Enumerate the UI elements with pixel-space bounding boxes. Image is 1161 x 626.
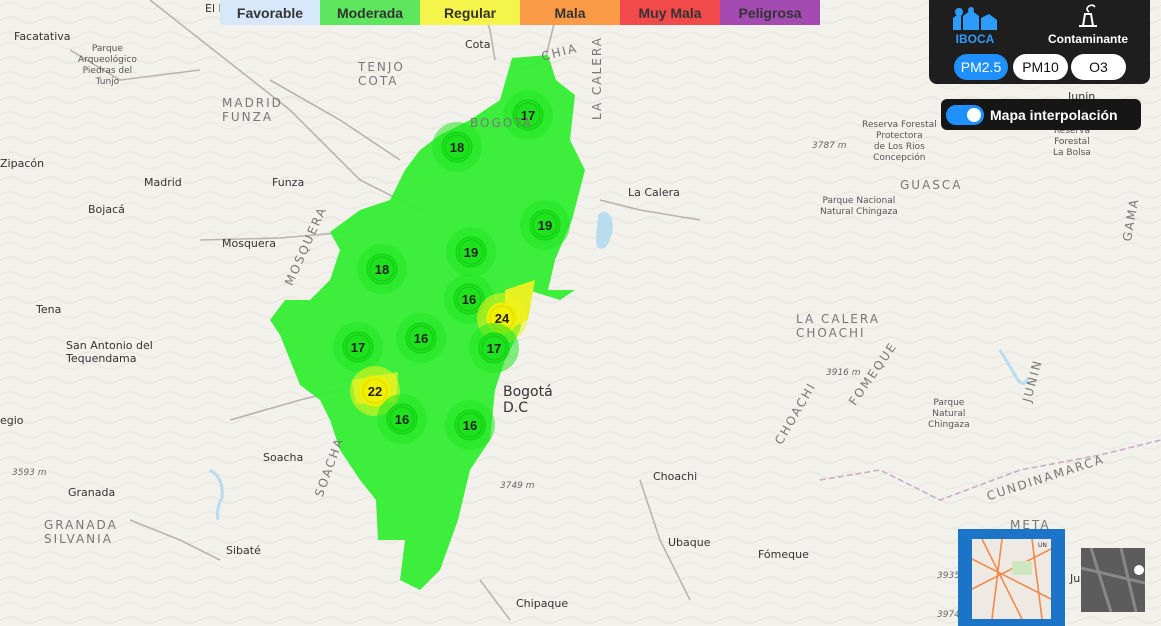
minimap-label: UN: [1038, 542, 1047, 549]
map-label-facatativa: Facatativa: [14, 30, 71, 43]
station-value: 17: [351, 340, 365, 355]
map-label-bogota: Bogotá D.C: [503, 384, 553, 416]
station-marker[interactable]: 18: [357, 244, 407, 294]
map-label-bojaca: Bojacá: [88, 203, 125, 216]
map-label-reserva-bolsa: Reserva Forestal La Bolsa: [1053, 126, 1091, 158]
satellite-basemap-thumbnail[interactable]: [1081, 548, 1145, 612]
map-label-ubaque: Ubaque: [668, 536, 711, 549]
map-label-egio: egio: [0, 414, 24, 427]
map-label-cota: Cota: [465, 38, 491, 51]
iboca-logo-icon: [953, 7, 997, 30]
station-value: 18: [450, 140, 464, 155]
aqi-legend: Favorable Moderada Regular Mala Muy Mala Peli…: [220, 0, 820, 25]
station-value: 16: [395, 412, 409, 427]
station-marker[interactable]: 16: [445, 400, 495, 450]
map-label-la-calera: La Calera: [628, 186, 680, 199]
map-label-reserva-rios: Reserva Forestal Protectora de Los Rios …: [862, 120, 937, 163]
map-label-madrid-funza: MADRID FUNZA: [222, 96, 283, 124]
map-label-chipaque: Chipaque: [516, 597, 569, 610]
pm10-button[interactable]: PM10: [1013, 54, 1068, 80]
map-label-chingaza-nat: Parque Nacional Natural Chingaza: [820, 196, 898, 217]
station-marker[interactable]: 16: [396, 313, 446, 363]
smoke-icon: [1079, 4, 1097, 27]
map-label-la-calera-choachi: LA CALERA CHOACHI: [796, 312, 880, 340]
station-value: 18: [375, 262, 389, 277]
legend-item-regular: Regular: [420, 0, 520, 25]
interpolation-toggle[interactable]: [946, 104, 984, 125]
legend-item-peligrosa: Peligrosa: [720, 0, 820, 25]
station-value: 16: [414, 331, 428, 346]
station-value: 22: [368, 384, 382, 399]
contaminante-tab[interactable]: Contaminante: [1033, 4, 1143, 48]
legend-item-muy-mala: Muy Mala: [620, 0, 720, 25]
legend-item-mala: Mala: [520, 0, 620, 25]
contaminante-label: Contaminante: [1047, 32, 1128, 46]
map-label-choachi: Choachi: [653, 470, 698, 483]
map-label-granada-silvania: GRANADA SILVANIA: [44, 518, 118, 546]
map-label-funza: Funza: [272, 176, 305, 189]
iboca-tab[interactable]: IBOCA: [935, 4, 1015, 48]
map-label-e3935: 3935: [937, 571, 960, 581]
map-label-e3787: 3787 m: [812, 141, 847, 151]
iboca-label: IBOCA: [955, 32, 995, 46]
map-label-la-calera-region: LA CALERA: [590, 36, 604, 120]
map-label-zipacon: Zipacón: [0, 157, 45, 170]
map-label-e3974: 3974: [937, 610, 960, 620]
station-value: 19: [464, 245, 478, 260]
station-value: 16: [463, 418, 477, 433]
station-value: 17: [487, 341, 501, 356]
legend-item-favorable: Favorable: [220, 0, 320, 25]
station-marker[interactable]: 17: [503, 90, 553, 140]
map-label-ju: Ju: [1070, 572, 1081, 585]
station-value: 19: [538, 218, 552, 233]
map-label-tenjo-cota: TENJO COTA: [358, 60, 405, 88]
map-label-e3916: 3916 m: [826, 368, 861, 378]
map-label-chingaza-nat2: Parque Natural Chingaza: [928, 398, 970, 430]
station-marker[interactable]: 17: [333, 322, 383, 372]
legend-item-moderada: Moderada: [320, 0, 420, 25]
station-marker[interactable]: 19: [520, 200, 570, 250]
control-panel: IBOCA Contaminante PM2.5 PM10 O3: [929, 0, 1150, 84]
map-label-parque-tunjo: Parque Arqueológico Piedras del Tunjo: [78, 44, 137, 87]
street-basemap-thumbnail[interactable]: UN: [958, 529, 1065, 626]
map-label-e3749: 3749 m: [500, 481, 535, 491]
station-marker[interactable]: 19: [446, 227, 496, 277]
map-label-bogota-region: BOGOTA: [470, 116, 533, 130]
map-label-tena: Tena: [36, 303, 62, 316]
map-label-san-antonio: San Antonio del Tequendama: [66, 339, 153, 365]
pm25-button[interactable]: PM2.5: [954, 54, 1008, 80]
map-label-fomeque: Fómeque: [758, 548, 809, 561]
station-value: 16: [462, 292, 476, 307]
interpolation-toggle-box[interactable]: Mapa interpolación: [941, 99, 1141, 130]
map-label-guasca: GUASCA: [900, 178, 963, 192]
station-marker[interactable]: 16: [377, 394, 427, 444]
map-label-madrid: Madrid: [144, 176, 182, 189]
interpolation-label: Mapa interpolación: [990, 106, 1118, 123]
toggle-knob: [967, 107, 981, 122]
map-label-granada: Granada: [68, 486, 116, 499]
map-label-mosquera: Mosquera: [222, 237, 276, 250]
station-marker[interactable]: 17: [469, 323, 519, 373]
o3-button[interactable]: O3: [1071, 54, 1126, 80]
map-label-soacha: Soacha: [263, 451, 304, 464]
map-label-e3593: 3593 m: [12, 468, 47, 478]
map-label-sibate: Sibaté: [226, 544, 261, 557]
